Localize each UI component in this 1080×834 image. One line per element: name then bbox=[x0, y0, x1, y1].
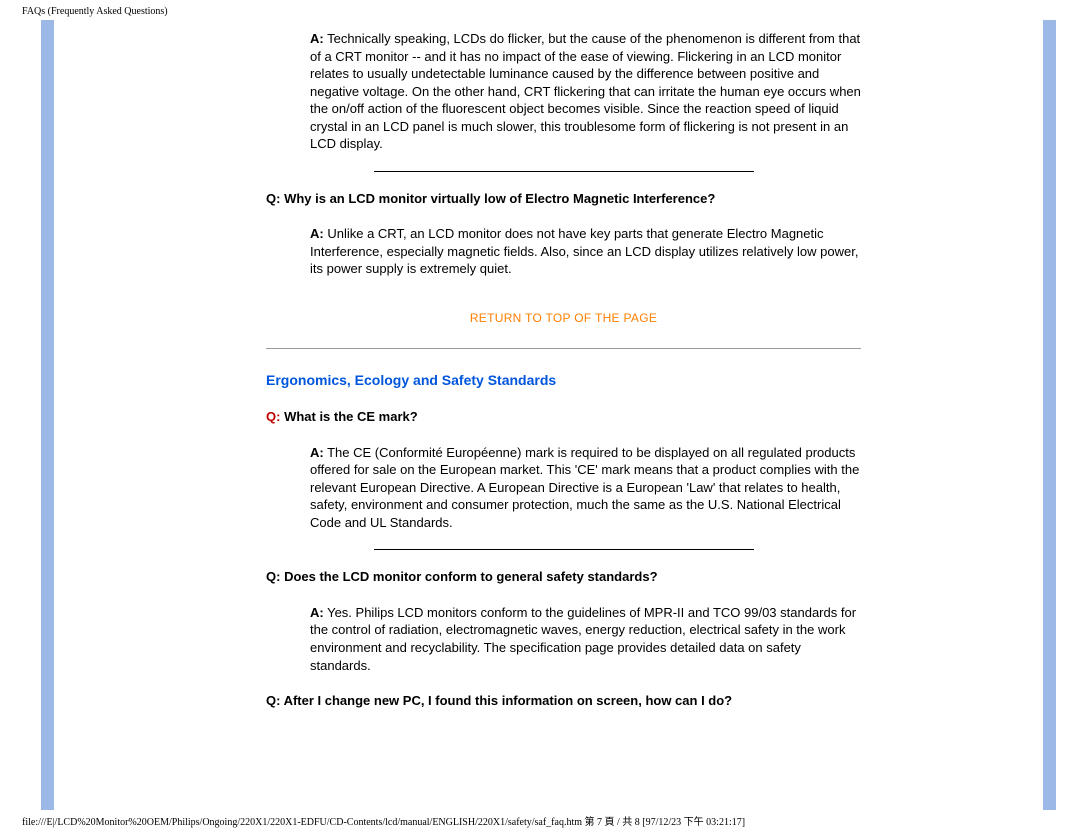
question-label: Q: bbox=[266, 569, 280, 584]
question-label: Q: bbox=[266, 693, 280, 708]
faq1-answer: A: Technically speaking, LCDs do flicker… bbox=[310, 30, 861, 153]
answer-text: Technically speaking, LCDs do flicker, b… bbox=[310, 31, 861, 151]
answer-label: A: bbox=[310, 605, 324, 620]
answer-text: Unlike a CRT, an LCD monitor does not ha… bbox=[310, 226, 858, 276]
content-area: A: Technically speaking, LCDs do flicker… bbox=[266, 20, 861, 728]
question-text: After I change new PC, I found this info… bbox=[280, 693, 732, 708]
divider-short bbox=[374, 549, 754, 550]
page-footer: file:///E|/LCD%20Monitor%20OEM/Philips/O… bbox=[22, 813, 745, 828]
answer-label: A: bbox=[310, 445, 324, 460]
question-text: Does the LCD monitor conform to general … bbox=[280, 569, 657, 584]
left-stripe bbox=[41, 20, 54, 810]
question-label-red: Q: bbox=[266, 409, 280, 424]
answer-label: A: bbox=[310, 226, 324, 241]
divider-short bbox=[374, 171, 754, 172]
faq5-question: Q: After I change new PC, I found this i… bbox=[266, 692, 861, 710]
faq3-answer: A: The CE (Conformité Européenne) mark i… bbox=[310, 444, 861, 532]
faq3-question: Q: What is the CE mark? bbox=[266, 408, 861, 426]
page-wrap: A: Technically speaking, LCDs do flicker… bbox=[41, 20, 1056, 810]
return-to-top-link[interactable]: RETURN TO TOP OF THE PAGE bbox=[266, 310, 861, 326]
faq4-question: Q: Does the LCD monitor conform to gener… bbox=[266, 568, 861, 586]
section-heading: Ergonomics, Ecology and Safety Standards bbox=[266, 371, 861, 390]
faq2-answer: A: Unlike a CRT, an LCD monitor does not… bbox=[310, 225, 861, 278]
answer-text: The CE (Conformité Européenne) mark is r… bbox=[310, 445, 859, 530]
answer-label: A: bbox=[310, 31, 324, 46]
faq4-answer: A: Yes. Philips LCD monitors conform to … bbox=[310, 604, 861, 674]
question-text: Why is an LCD monitor virtually low of E… bbox=[280, 191, 715, 206]
question-label: Q: bbox=[266, 191, 280, 206]
question-text: What is the CE mark? bbox=[280, 409, 417, 424]
right-stripe bbox=[1043, 20, 1056, 810]
answer-text: Yes. Philips LCD monitors conform to the… bbox=[310, 605, 856, 673]
page-header: FAQs (Frequently Asked Questions) bbox=[22, 6, 168, 17]
divider-full bbox=[266, 348, 861, 349]
faq2-question: Q: Why is an LCD monitor virtually low o… bbox=[266, 190, 861, 208]
